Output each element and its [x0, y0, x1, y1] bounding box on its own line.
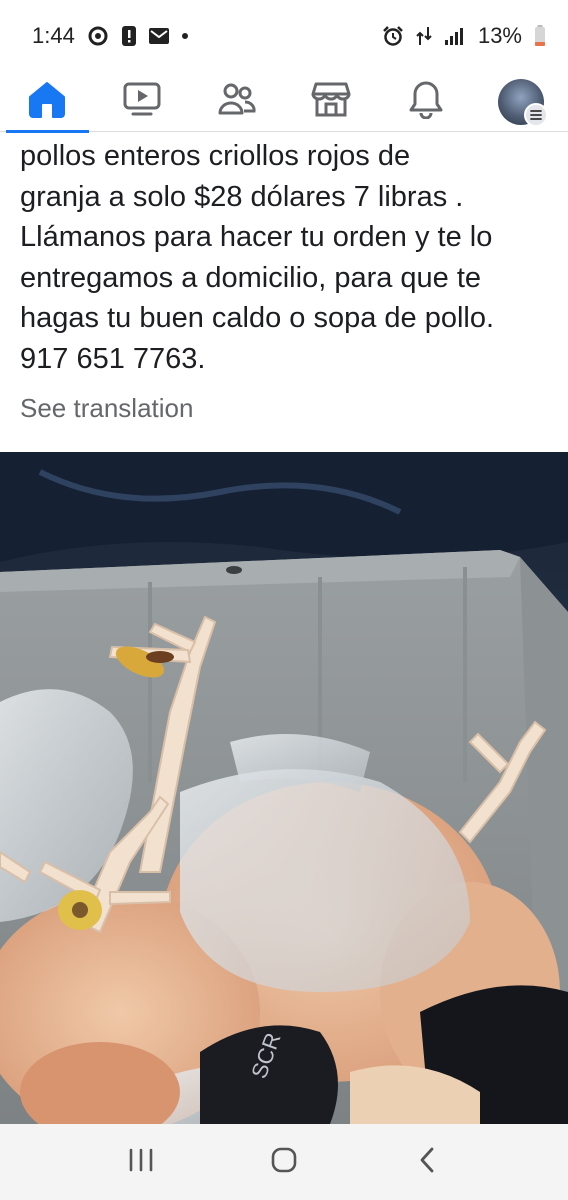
home-circle-icon: [270, 1146, 298, 1179]
phone-number-link[interactable]: 917 651 7763.: [20, 343, 205, 375]
status-right: 13%: [382, 23, 546, 49]
post-line: entregamos a domicilio, para que te: [20, 261, 482, 294]
video-icon: [122, 81, 162, 122]
friends-icon: [217, 81, 257, 122]
notifications-icon: [408, 79, 444, 124]
home-button[interactable]: [254, 1132, 314, 1192]
post-text: pollos enteros criollos rojos de granja …: [20, 136, 550, 379]
alarm-icon: [382, 25, 404, 47]
marketplace-icon: [311, 80, 351, 123]
mail-icon: [148, 28, 169, 44]
status-bar: 1:44 13%: [0, 0, 568, 72]
post-line: hagas tu buen caldo o sopa de pollo.: [20, 302, 495, 334]
post-line: pollos enteros criollos rojos de: [20, 140, 411, 172]
dot-icon: [181, 32, 189, 40]
tab-notifications[interactable]: [379, 72, 474, 132]
tab-marketplace[interactable]: [284, 72, 379, 132]
tab-home[interactable]: [0, 72, 95, 133]
post-line: Llámanos para hacer tu orden y te lo: [20, 221, 493, 253]
status-left: 1:44: [32, 23, 189, 49]
back-button[interactable]: [397, 1132, 457, 1192]
data-arrows-icon: [416, 25, 432, 47]
recent-apps-icon: [128, 1148, 154, 1177]
see-translation-link[interactable]: See translation: [20, 393, 193, 424]
tab-friends[interactable]: [189, 72, 284, 132]
status-time: 1:44: [32, 23, 75, 48]
alert-icon: [121, 25, 137, 47]
profile-avatar[interactable]: [497, 78, 548, 127]
system-nav-bar: [0, 1124, 568, 1200]
target-icon: [87, 25, 109, 47]
post-photo-illustration: SCR: [0, 452, 568, 1124]
battery-percent: 13%: [477, 23, 522, 48]
tab-menu[interactable]: [473, 72, 568, 132]
post-photo[interactable]: SCR: [0, 452, 568, 1124]
nav-bar: [0, 72, 568, 133]
chevron-left-icon: [417, 1146, 437, 1179]
signal-icon: [444, 26, 466, 46]
battery-icon: [534, 25, 546, 47]
tab-video[interactable]: [95, 72, 190, 132]
recent-apps-button[interactable]: [111, 1132, 171, 1192]
post-line: granja a solo $28 dólares 7 libras .: [20, 180, 464, 213]
menu-icon: [523, 102, 548, 127]
home-icon: [27, 80, 67, 123]
